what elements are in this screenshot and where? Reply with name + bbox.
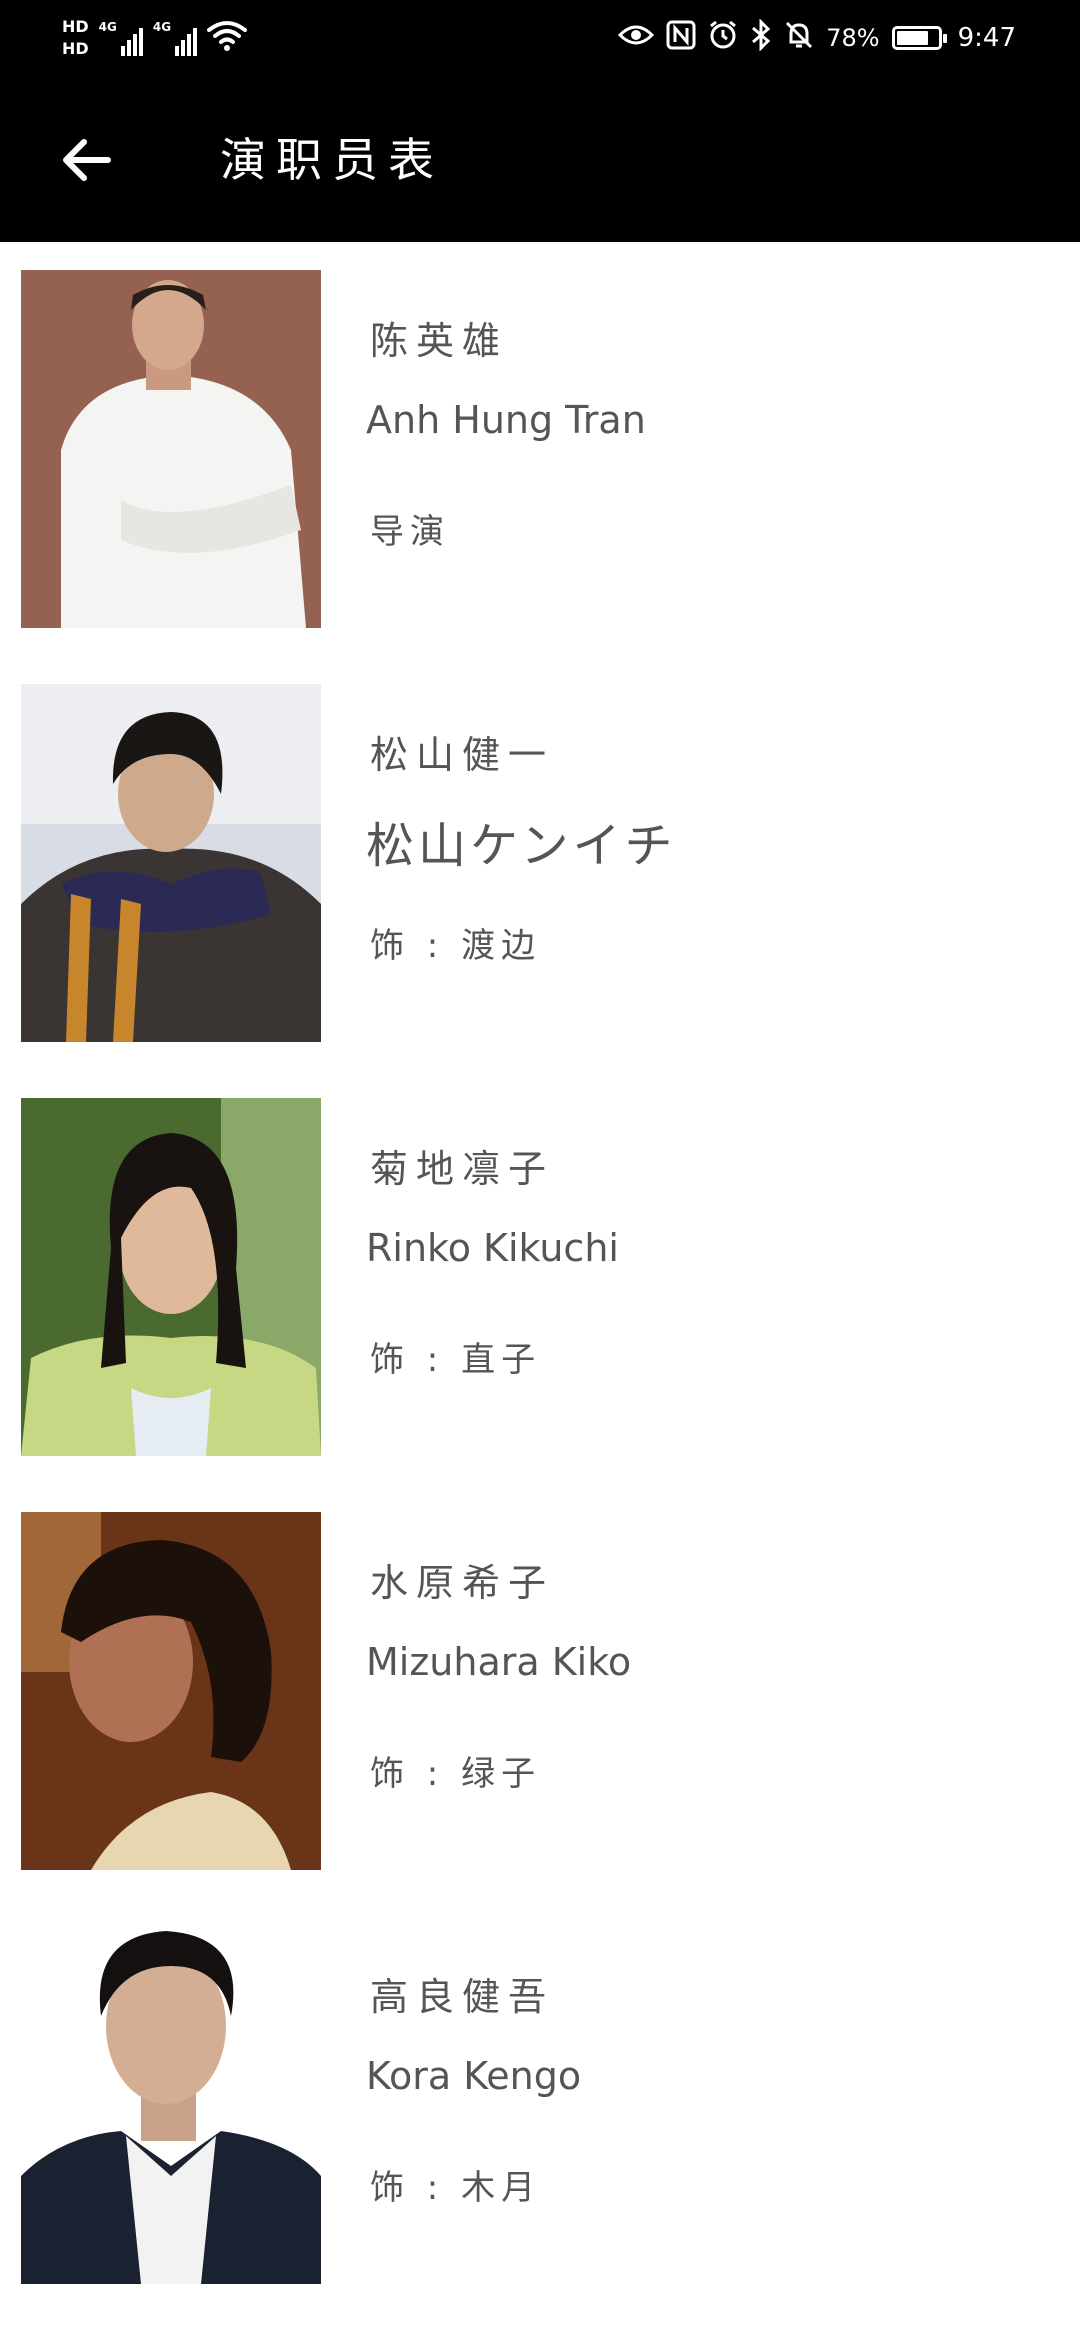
nfc-icon — [666, 20, 696, 57]
clock: 9:47 — [957, 23, 1016, 53]
cast-name-cn: 高良健吾 — [370, 1975, 555, 2019]
status-right: 78% 9:47 — [618, 14, 1016, 62]
cast-item[interactable]: 水原希子 Mizuhara Kiko 饰 : 绿子 — [0, 1484, 1080, 1870]
hd-indicator-1: HD — [62, 17, 89, 36]
app-bar: 演职员表 — [0, 100, 1080, 220]
cast-item[interactable]: 松山健一 松山ケンイチ 饰 : 渡边 — [0, 656, 1080, 1042]
battery-percent: 78% — [826, 24, 880, 52]
cast-name-cn: 水原希子 — [370, 1561, 555, 1605]
status-bar: HD HD 4G 4G 78% 9:47 — [0, 0, 1080, 76]
cast-role: 导演 — [370, 512, 450, 552]
hd-indicators: HD HD — [62, 18, 89, 58]
status-left: HD HD 4G 4G — [62, 8, 248, 68]
cast-photo — [21, 684, 321, 1042]
network-type-1: 4G — [98, 20, 117, 34]
bell-off-icon — [784, 20, 814, 57]
hd-indicator-2: HD — [62, 39, 89, 58]
app-root: HD HD 4G 4G 78% 9:47 演职员表 陈英雄 Anh Hung T… — [0, 0, 1080, 2340]
cast-role: 饰 : 直子 — [370, 1340, 542, 1380]
wifi-icon — [207, 20, 248, 56]
cast-role: 饰 : 渡边 — [370, 926, 542, 966]
cast-name-en: 松山ケンイチ — [366, 818, 677, 874]
signal-icon-1: 4G — [99, 20, 143, 56]
cast-name-cn: 陈英雄 — [370, 319, 509, 363]
header: HD HD 4G 4G 78% 9:47 演职员表 — [0, 0, 1080, 242]
cast-role: 饰 : 绿子 — [370, 1754, 542, 1794]
network-type-2: 4G — [152, 20, 172, 34]
cast-photo — [21, 1512, 321, 1870]
cast-photo — [21, 270, 321, 628]
bluetooth-icon — [750, 17, 772, 58]
eye-icon — [618, 23, 655, 54]
cast-name-en: Rinko Kikuchi — [366, 1226, 619, 1270]
cast-photo — [21, 1926, 321, 2284]
back-button[interactable] — [54, 128, 118, 192]
cast-role: 饰 : 木月 — [370, 2168, 542, 2208]
signal-icon-2: 4G — [152, 20, 198, 56]
cast-item[interactable]: 菊地凛子 Rinko Kikuchi 饰 : 直子 — [0, 1070, 1080, 1456]
cast-item[interactable]: 陈英雄 Anh Hung Tran 导演 — [0, 242, 1080, 628]
cast-name-en: Mizuhara Kiko — [366, 1640, 632, 1684]
page-title: 演职员表 — [220, 133, 444, 187]
alarm-icon — [708, 20, 738, 57]
arrow-left-icon — [63, 139, 111, 181]
cast-name-en: Anh Hung Tran — [366, 398, 646, 442]
cast-name-en: Kora Kengo — [366, 2054, 582, 2098]
cast-photo — [21, 1098, 321, 1456]
cast-item[interactable]: 高良健吾 Kora Kengo 饰 : 木月 — [0, 1898, 1080, 2284]
battery-icon — [891, 26, 947, 50]
cast-name-cn: 松山健一 — [370, 733, 555, 777]
cast-name-cn: 菊地凛子 — [370, 1147, 555, 1191]
